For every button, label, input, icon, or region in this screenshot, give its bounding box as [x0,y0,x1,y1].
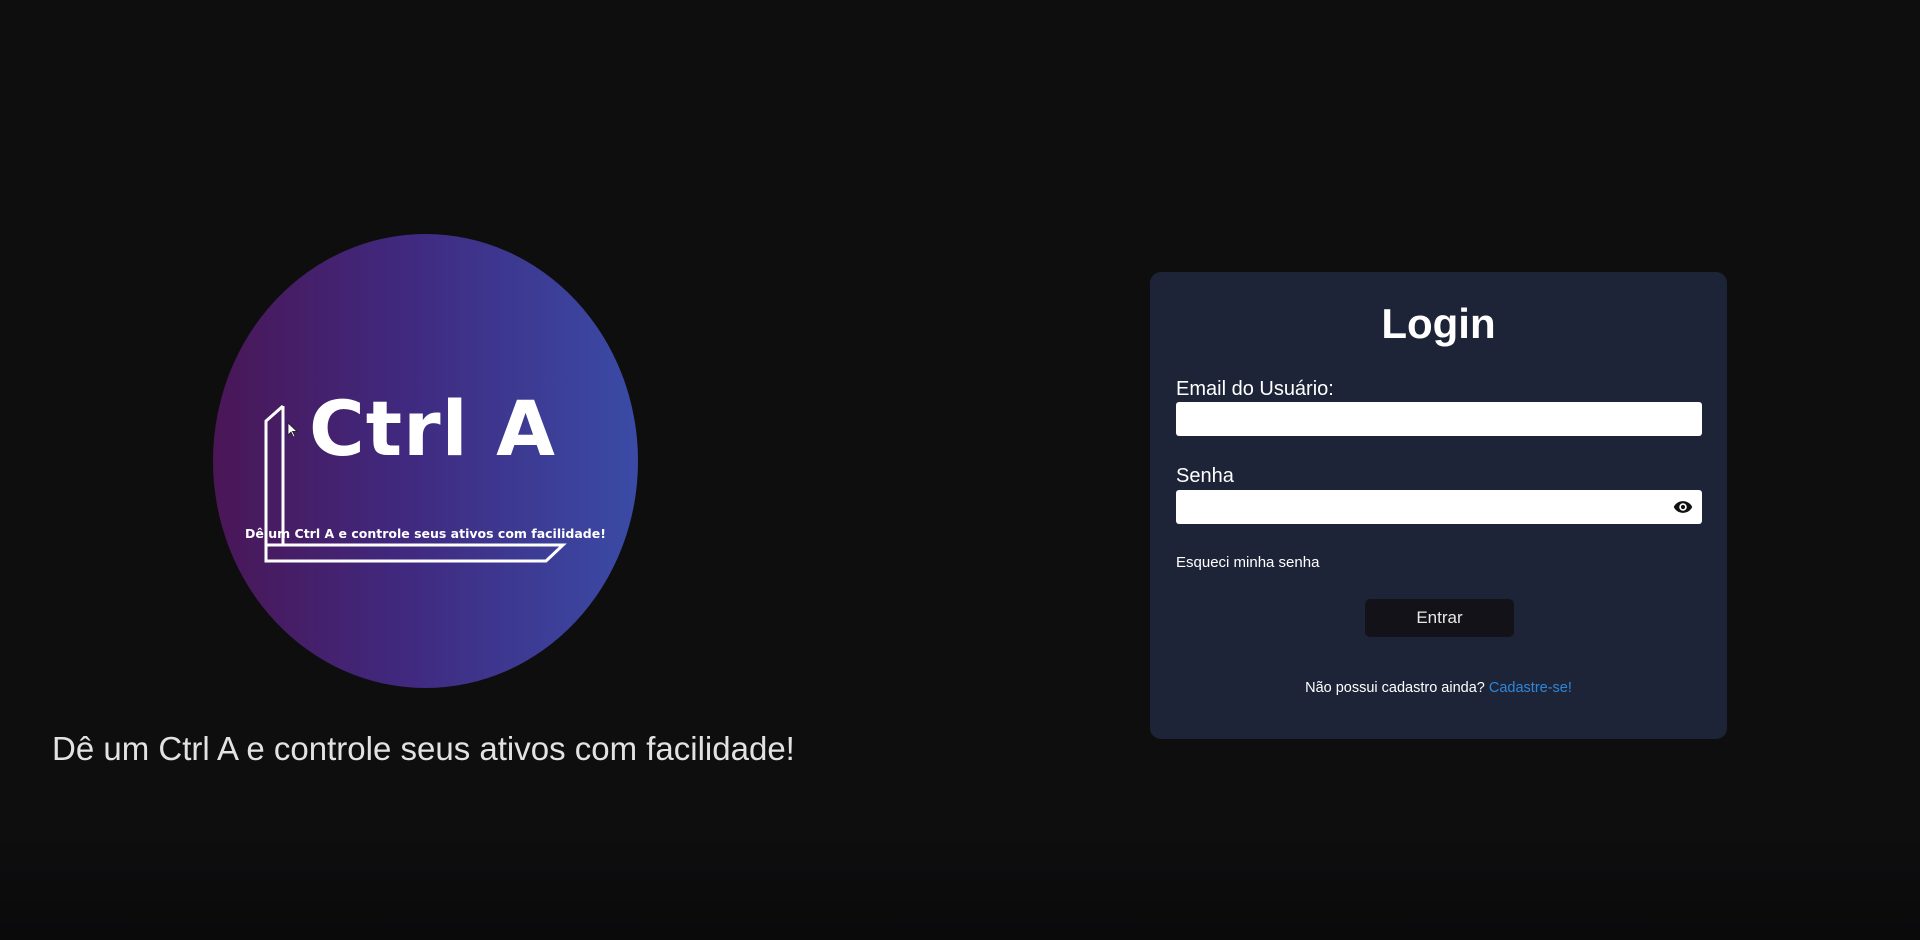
login-card: Login Email do Usuário: Senha Esqueci mi… [1150,272,1727,739]
email-field[interactable] [1176,402,1702,436]
email-label: Email do Usuário: [1176,378,1334,400]
login-title: Login [1381,300,1496,347]
login-submit-button[interactable]: Entrar [1365,599,1514,637]
forgot-password-link[interactable]: Esqueci minha senha [1176,554,1319,571]
password-field[interactable] [1176,490,1702,524]
login-page: Ctrl A Dê um Ctrl A e controle seus ativ… [0,0,1920,940]
signup-prompt-row: Não possui cadastro ainda? Cadastre-se! [1150,680,1727,696]
logo-wordmark: Ctrl A [309,384,556,473]
password-label: Senha [1176,465,1234,487]
mouse-cursor-icon [287,422,299,438]
eye-icon[interactable] [1672,497,1694,517]
brand-logo: Ctrl A Dê um Ctrl A e controle seus ativ… [213,234,638,688]
logo-slogan: Dê um Ctrl A e controle seus ativos com … [245,526,606,541]
signup-prompt-text: Não possui cadastro ainda? [1305,680,1489,696]
signup-link[interactable]: Cadastre-se! [1489,680,1572,696]
page-tagline: Dê um Ctrl A e controle seus ativos com … [52,730,795,767]
